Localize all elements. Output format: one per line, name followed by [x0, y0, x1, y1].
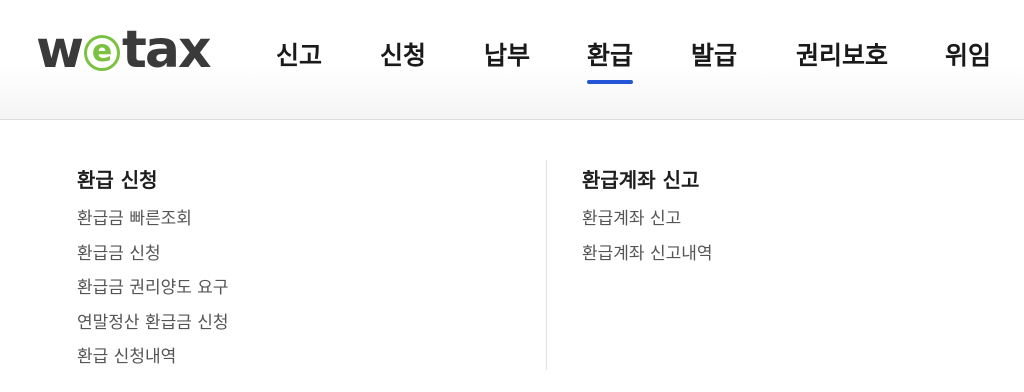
column-divider [546, 160, 547, 370]
menu-link-account-history[interactable]: 환급계좌 신고내역 [582, 242, 713, 277]
menu-link-refund-history[interactable]: 환급 신청내역 [77, 345, 229, 380]
refund-account-heading[interactable]: 환급계좌 신고 [582, 164, 713, 198]
nav-item-apply[interactable]: 신청 [380, 36, 426, 72]
menu-link-year-end-refund[interactable]: 연말정산 환급금 신청 [77, 311, 229, 346]
nav-item-rights-protection[interactable]: 권리보호 [796, 36, 888, 72]
nav-item-payment[interactable]: 납부 [484, 36, 530, 72]
refund-account-list: 환급계좌 신고 환급계좌 신고내역 [582, 207, 713, 276]
refund-apply-column: 환급 신청 환급금 빠른조회 환급금 신청 환급금 권리양도 요구 연말정산 환… [77, 164, 229, 380]
main-nav: 신고 신청 납부 환급 발급 권리보호 위임 [0, 0, 1024, 110]
menu-link-quick-inquiry[interactable]: 환급금 빠른조회 [77, 207, 229, 242]
refund-apply-heading[interactable]: 환급 신청 [77, 164, 229, 198]
nav-item-refund[interactable]: 환급 [587, 36, 634, 84]
refund-account-column: 환급계좌 신고 환급계좌 신고 환급계좌 신고내역 [582, 164, 713, 276]
nav-item-issuance[interactable]: 발급 [691, 36, 737, 72]
nav-item-report[interactable]: 신고 [276, 36, 322, 72]
menu-link-rights-transfer[interactable]: 환급금 권리양도 요구 [77, 276, 229, 311]
menu-link-refund-apply[interactable]: 환급금 신청 [77, 242, 229, 277]
menu-link-account-report[interactable]: 환급계좌 신고 [582, 207, 713, 242]
nav-item-delegation[interactable]: 위임 [945, 36, 991, 72]
refund-apply-list: 환급금 빠른조회 환급금 신청 환급금 권리양도 요구 연말정산 환급금 신청 … [77, 207, 229, 380]
